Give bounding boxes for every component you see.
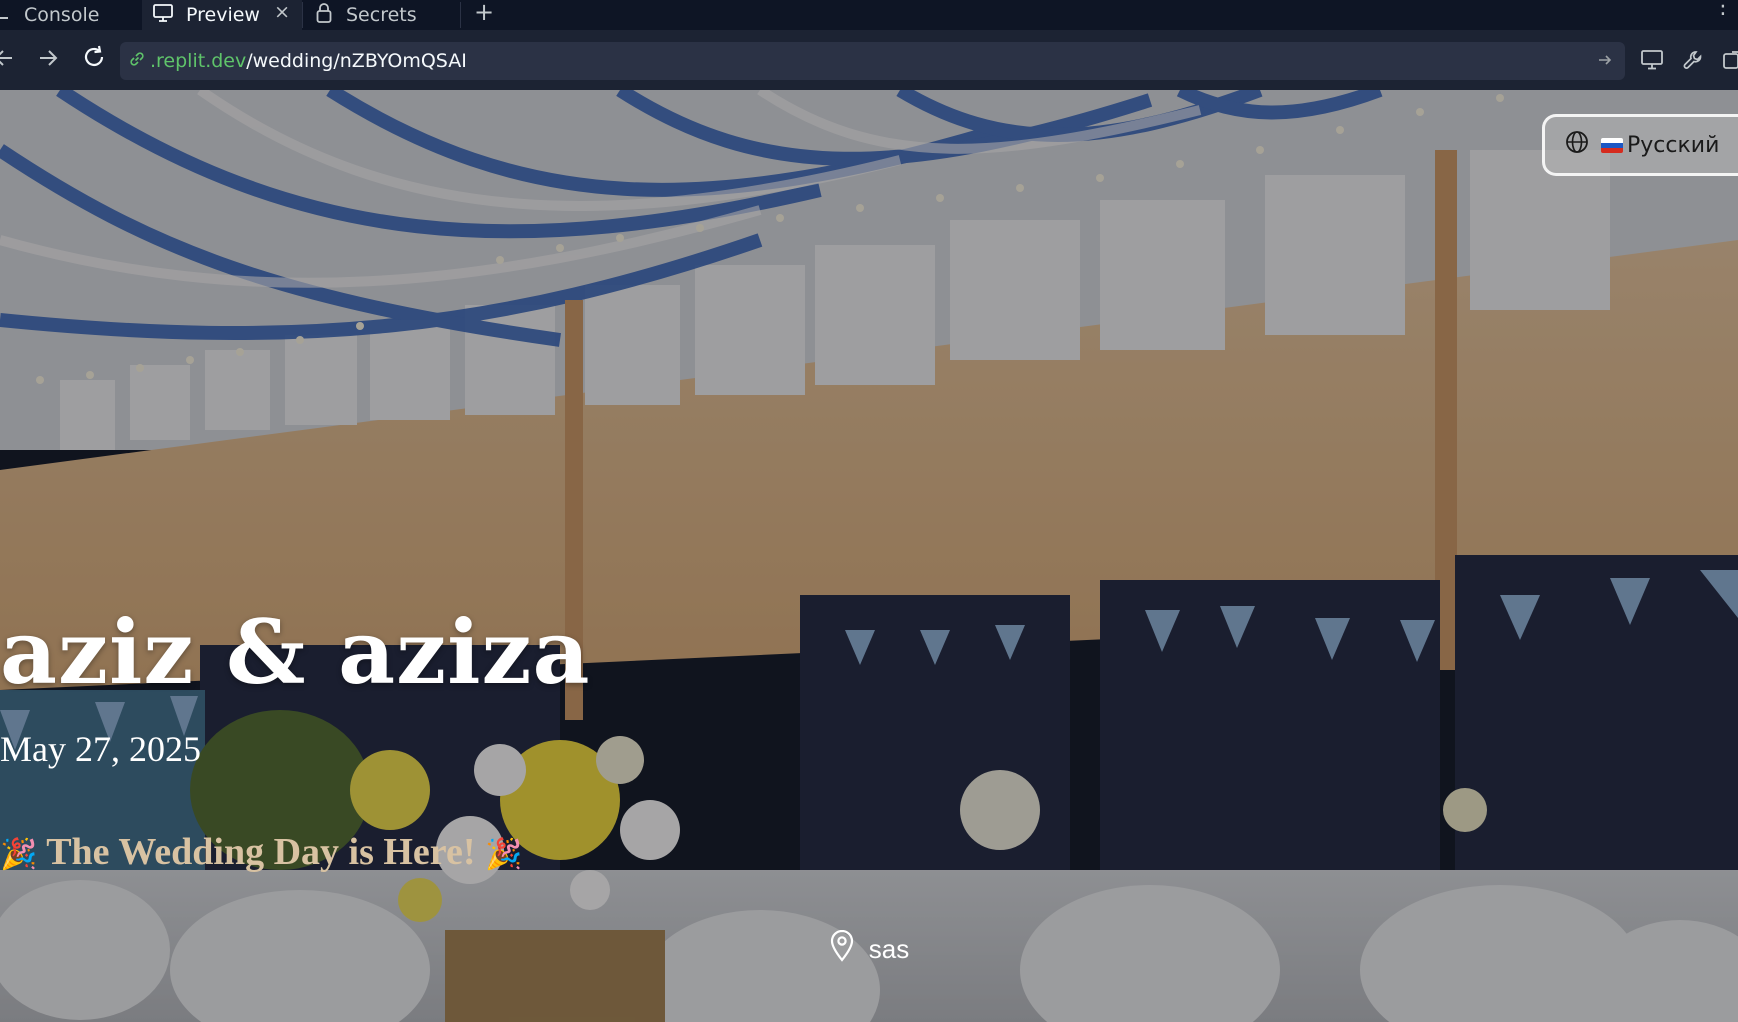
console-icon	[0, 17, 8, 19]
couple-names: aziz & aziza	[0, 600, 591, 704]
tab-divider	[460, 2, 461, 28]
tab-secrets[interactable]: Secrets	[302, 0, 460, 30]
close-icon[interactable]: ×	[274, 1, 290, 23]
devtools-wrench-icon[interactable]	[1682, 49, 1704, 75]
wedding-date: May 27, 2025	[0, 729, 201, 769]
tab-preview[interactable]: Preview ×	[142, 0, 302, 30]
open-new-window-icon[interactable]	[1722, 49, 1738, 75]
tab-preview-label: Preview	[186, 4, 260, 26]
russian-flag-icon	[1601, 137, 1623, 153]
language-switcher-button[interactable]: Русский	[1542, 114, 1738, 176]
preview-toolbar: .replit.dev/wedding/nZBYOmQSAI	[0, 30, 1738, 90]
monitor-icon	[152, 3, 174, 28]
venue-location: sas	[0, 929, 1738, 969]
venue-name: sas	[868, 934, 910, 964]
url-host: .replit.dev	[150, 50, 247, 72]
new-tab-icon[interactable]: +	[474, 0, 494, 26]
globe-icon	[1565, 130, 1589, 160]
more-options-icon[interactable]: ⋮	[1712, 0, 1734, 19]
device-preview-icon[interactable]	[1640, 49, 1664, 75]
link-icon	[128, 50, 146, 72]
map-pin-icon	[829, 929, 855, 969]
navigate-arrow-icon[interactable]	[1597, 52, 1613, 72]
reload-icon[interactable]	[82, 44, 106, 74]
party-popper-icon: 🎉	[0, 838, 38, 871]
tab-secrets-label: Secrets	[346, 4, 417, 26]
workspace-tab-bar: Console Preview × Secrets + ⋮	[0, 0, 1738, 30]
language-label: Русский	[1627, 132, 1720, 158]
party-popper-icon: 🎉	[485, 838, 523, 871]
tab-console-label: Console	[24, 4, 100, 26]
lock-icon	[316, 2, 332, 28]
forward-icon[interactable]	[38, 47, 58, 73]
tab-console[interactable]: Console	[0, 0, 142, 30]
tagline-text: The Wedding Day is Here!	[46, 831, 476, 873]
url-bar[interactable]: .replit.dev/wedding/nZBYOmQSAI	[120, 42, 1625, 80]
image-overlay	[0, 90, 1738, 1022]
wedding-tagline: 🎉 The Wedding Day is Here! 🎉	[0, 830, 1738, 874]
url-path: /wedding/nZBYOmQSAI	[246, 50, 467, 72]
preview-viewport: Русский aziz & aziza May 27, 2025 🎉 The …	[0, 90, 1738, 1022]
back-icon[interactable]	[0, 47, 14, 73]
